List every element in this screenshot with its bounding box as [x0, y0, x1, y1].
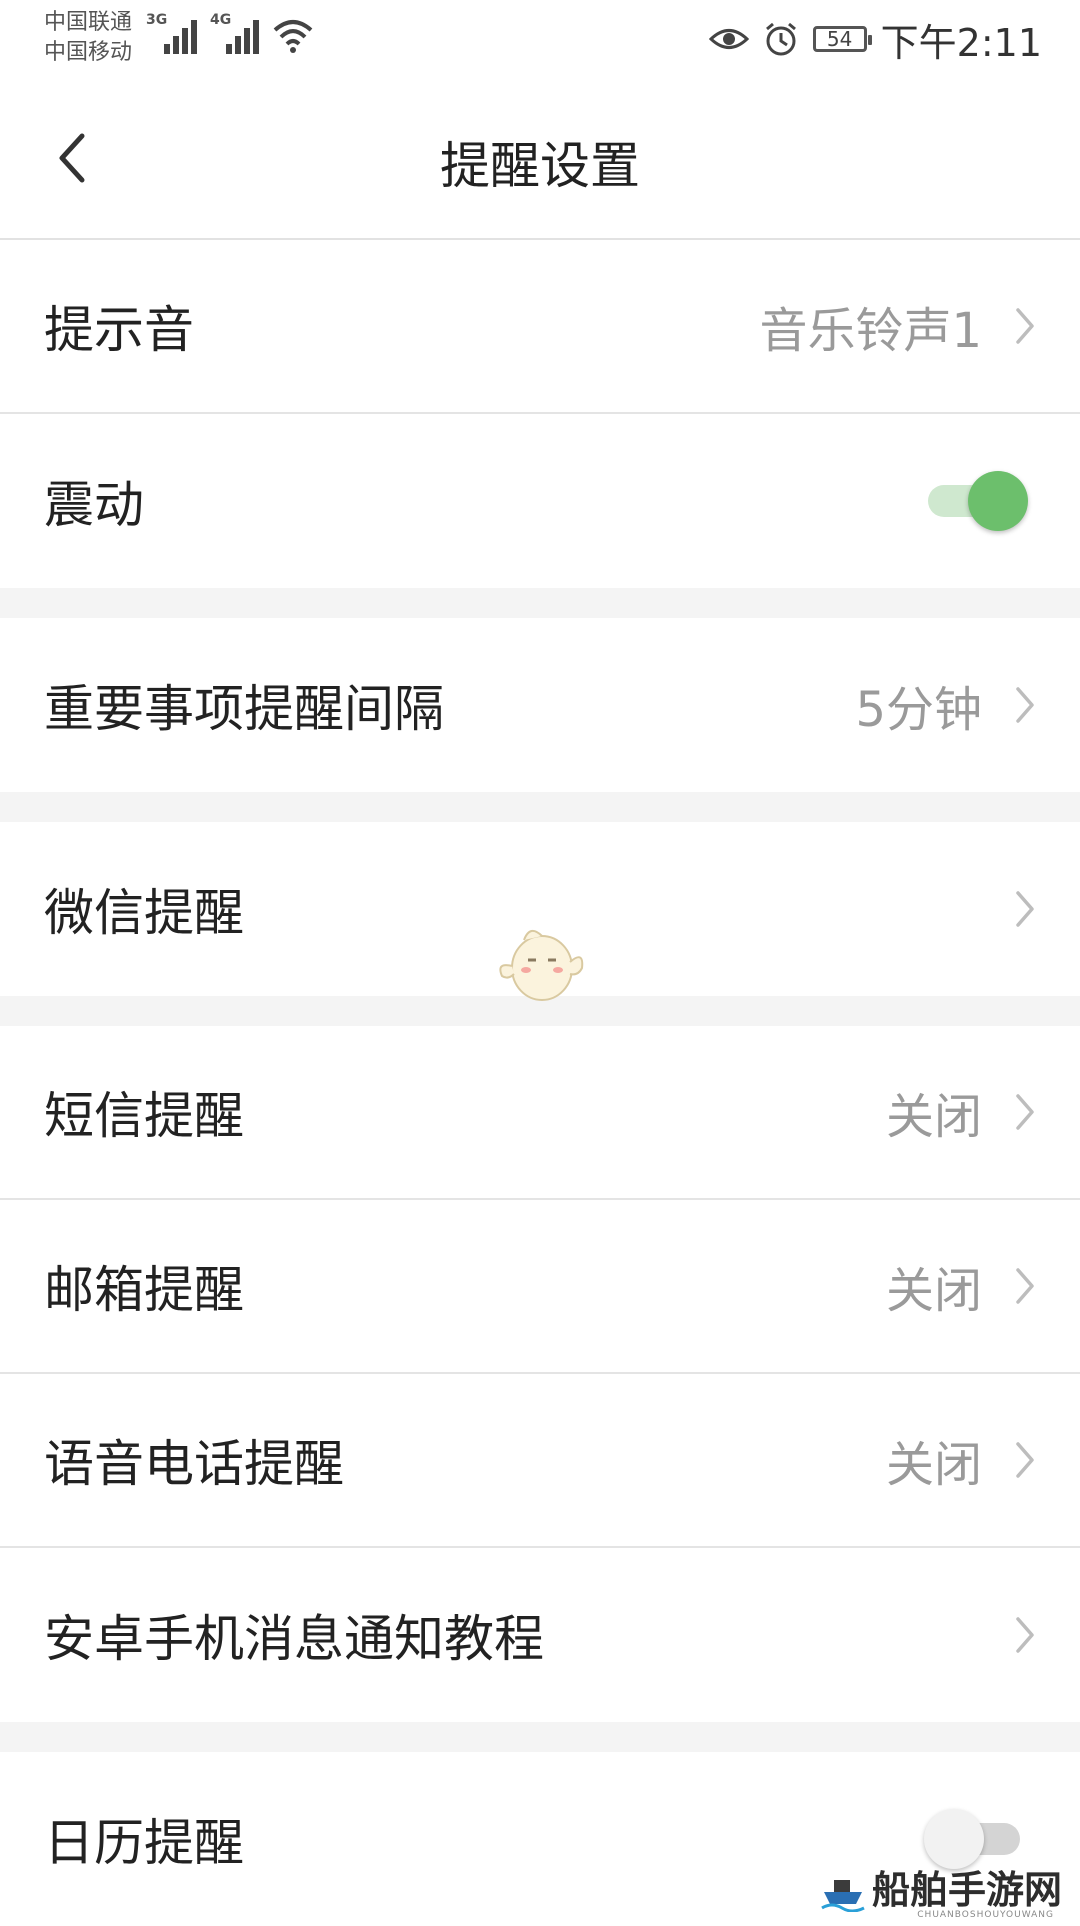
chevron-right-icon: [1016, 687, 1034, 723]
setting-row-voice-call[interactable]: 语音电话提醒 关闭: [0, 1374, 1080, 1548]
section-divider: [0, 1722, 1080, 1752]
carrier-1: 中国联通: [44, 10, 133, 35]
setting-label: 短信提醒: [44, 1087, 244, 1145]
watermark-subtext: CHUANBOSHOUYOUWANG: [917, 1910, 1054, 1920]
carrier-labels: 中国联通 中国移动: [44, 8, 132, 68]
chevron-right-icon: [1016, 308, 1034, 344]
signal-2-icon: [226, 16, 268, 54]
toggle-knob: [968, 471, 1028, 531]
setting-label: 语音电话提醒: [44, 1435, 344, 1493]
setting-label: 日历提醒: [44, 1814, 244, 1872]
section-divider: [0, 588, 1080, 618]
setting-value: 关闭: [885, 1089, 982, 1145]
vibrate-toggle[interactable]: [928, 471, 1028, 531]
setting-label: 安卓手机消息通知教程: [44, 1610, 544, 1668]
signal-1-icon: [164, 16, 206, 54]
setting-row-email[interactable]: 邮箱提醒 关闭: [0, 1200, 1080, 1374]
status-icons: 54 下午2:11: [708, 14, 1042, 65]
setting-row-important-interval[interactable]: 重要事项提醒间隔 5分钟: [0, 618, 1080, 792]
battery-icon: 54: [812, 26, 872, 52]
chevron-right-icon: [1016, 1094, 1034, 1130]
chevron-right-icon: [1016, 1268, 1034, 1304]
setting-row-sms[interactable]: 短信提醒 关闭: [0, 1026, 1080, 1200]
alarm-clock-icon: [765, 22, 796, 56]
carrier-2: 中国移动: [44, 40, 133, 65]
status-bar: 中国联通 中国移动 3G 4G 54 下午2:11: [0, 0, 1080, 80]
calendar-toggle[interactable]: [924, 1809, 1028, 1869]
setting-row-vibrate: 震动: [0, 414, 1080, 588]
watermark: 船舶手游网: [820, 1868, 1062, 1912]
clock: 下午2:11: [880, 20, 1042, 65]
mascot-icon: [499, 929, 584, 1001]
setting-value: 关闭: [885, 1263, 982, 1319]
setting-label: 邮箱提醒: [44, 1261, 244, 1319]
ship-logo-icon: [821, 1880, 865, 1912]
chevron-right-icon: [1016, 1442, 1034, 1478]
chevron-right-icon: [1016, 891, 1034, 927]
setting-row-sound[interactable]: 提示音 音乐铃声1: [0, 240, 1080, 414]
setting-label: 提示音: [44, 301, 194, 359]
setting-label: 震动: [44, 476, 144, 534]
watermark-text: 船舶手游网: [871, 1867, 1062, 1912]
setting-label: 微信提醒: [44, 884, 244, 942]
page-title: 提醒设置: [440, 137, 640, 195]
setting-row-android-tutorial[interactable]: 安卓手机消息通知教程: [0, 1548, 1080, 1722]
setting-value: 音乐铃声1: [759, 303, 982, 359]
settings-list: 提示音 音乐铃声1 震动 重要事项提醒间隔 5分钟 微信提醒 短信提醒 关闭 邮…: [0, 240, 1080, 1926]
setting-value: 关闭: [885, 1437, 982, 1493]
setting-value: 5分钟: [855, 682, 982, 738]
wifi-icon: [273, 20, 313, 53]
eye-comfort-icon: [708, 29, 749, 49]
battery-level: 54: [826, 27, 853, 51]
section-divider: [0, 792, 1080, 822]
setting-label: 重要事项提醒间隔: [44, 680, 444, 738]
toggle-knob: [924, 1809, 984, 1869]
header: 提醒设置: [0, 80, 1080, 240]
chevron-right-icon: [1016, 1617, 1034, 1653]
